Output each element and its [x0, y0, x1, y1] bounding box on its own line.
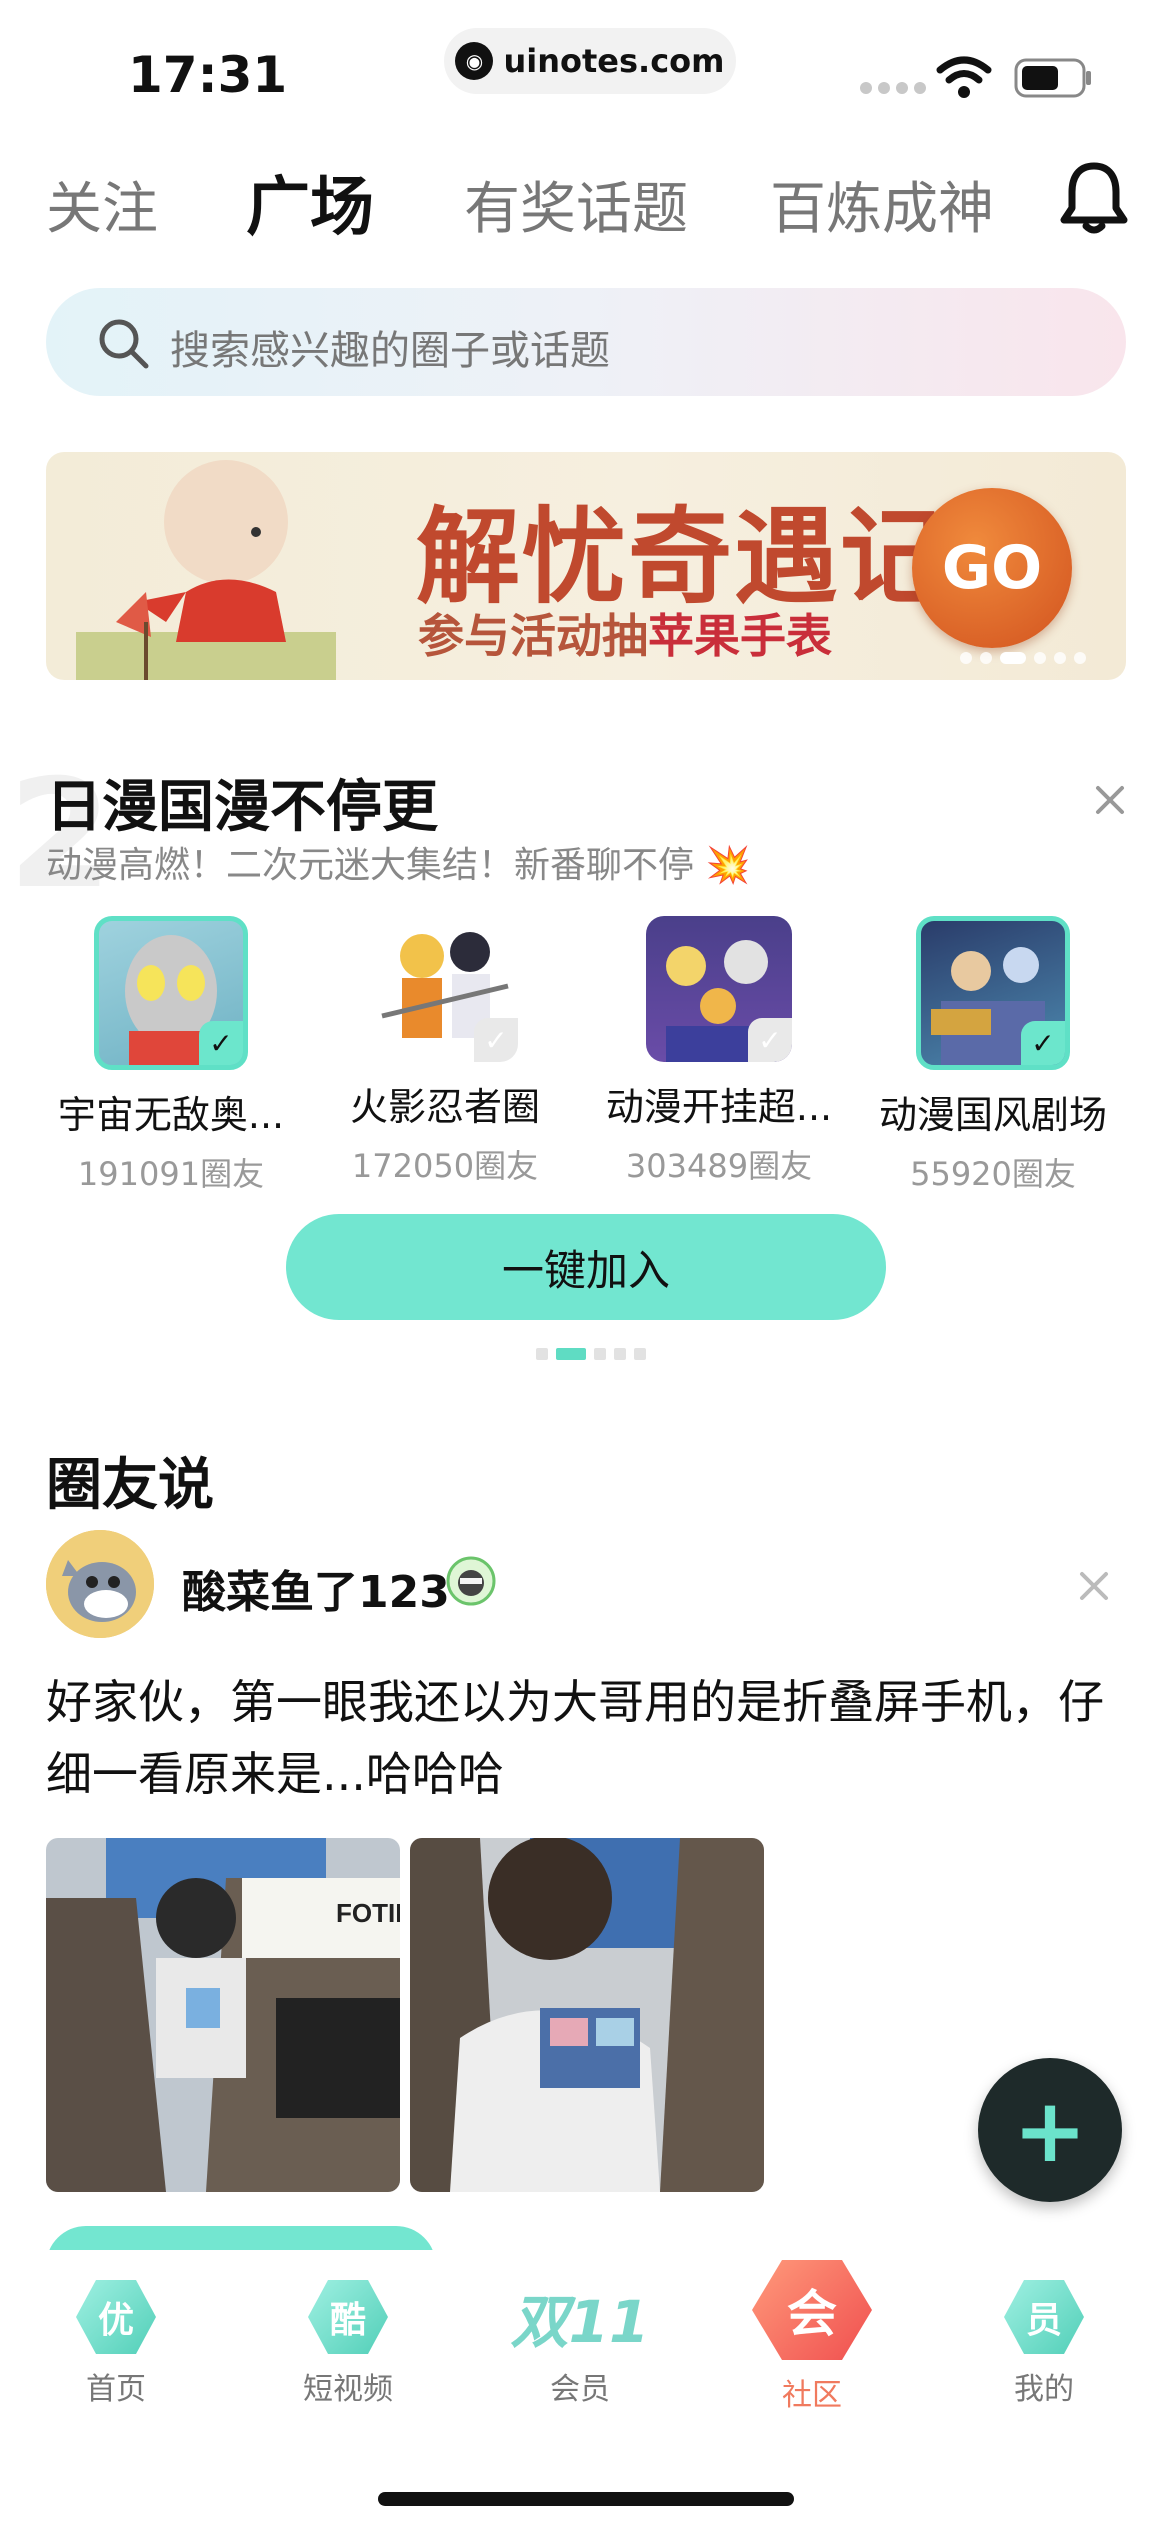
battery-icon [1014, 58, 1091, 98]
joined-check-icon: ✓ [1021, 1021, 1065, 1065]
post-image[interactable]: FOTILE [46, 1838, 400, 2192]
close-icon[interactable] [1090, 780, 1130, 820]
nav-label: 会员 [550, 2372, 610, 2407]
nav-short-video[interactable]: 酷 短视频 [268, 2280, 428, 2408]
status-time: 17:31 [128, 46, 288, 104]
circle-thumbnail: ✓ [94, 916, 248, 1070]
nav-label: 我的 [1014, 2372, 1074, 2407]
banner-illustration [76, 460, 336, 680]
username[interactable]: 酸菜鱼了123 [182, 1556, 450, 1620]
circle-member-count: 55920圈友 [910, 1155, 1076, 1193]
circle-member-count: 303489圈友 [625, 1147, 813, 1185]
join-all-button[interactable]: 一键加入 [286, 1214, 886, 1320]
nav-home[interactable]: 优 首页 [36, 2280, 196, 2408]
circle-name: 宇宙无敌奥... [57, 1093, 285, 1137]
short-video-icon: 酷 [308, 2280, 388, 2354]
unjoined-check-icon: ✓ [748, 1018, 792, 1062]
promo-banner[interactable]: 解忧奇遇记 参与活动抽苹果手表 GO [46, 452, 1126, 680]
section-pagination [536, 1348, 646, 1360]
circle-member-count: 172050圈友 [351, 1147, 539, 1185]
search-icon [99, 319, 149, 369]
circle-thumbnail: ✓ [646, 916, 792, 1062]
banner-subtitle: 参与活动抽苹果手表 [418, 609, 832, 663]
notification-bell-icon[interactable] [1058, 160, 1130, 236]
section-title: 日漫国漫不停更 [46, 775, 438, 840]
site-logo-icon: ◉ [455, 42, 494, 80]
circle-card-anime-cheat[interactable]: ✓ 动漫开挂超... 303489圈友 [584, 916, 854, 1187]
home-indicator[interactable] [378, 2492, 794, 2506]
post-image[interactable] [410, 1838, 764, 2192]
circle-card-guofeng[interactable]: ✓ 动漫国风剧场 55920圈友 [858, 916, 1128, 1195]
circle-member-count: 191091圈友 [77, 1155, 265, 1193]
circle-name: 动漫国风剧场 [878, 1093, 1107, 1137]
circle-name: 动漫开挂超... [605, 1085, 833, 1129]
wifi-icon [936, 56, 992, 98]
user-badge-icon [446, 1556, 496, 1606]
image-caption: FOTILE [336, 1898, 400, 1928]
profile-icon: 员 [1004, 2280, 1084, 2354]
nav-member[interactable]: 双11 会员 [500, 2280, 660, 2408]
tab-training[interactable]: 百炼成神 [770, 164, 994, 245]
joined-check-icon: ✓ [199, 1021, 243, 1065]
circle-card-naruto[interactable]: ✓ 火影忍者圈 172050圈友 [310, 916, 580, 1187]
nav-label: 首页 [86, 2372, 146, 2407]
home-icon: 优 [76, 2280, 156, 2354]
banner-go-button[interactable]: GO [912, 488, 1072, 648]
nav-community[interactable]: 会 社区 [732, 2260, 892, 2414]
search-input[interactable]: 搜索感兴趣的圈子或话题 [170, 318, 610, 376]
banner-pagination [960, 652, 1086, 664]
circle-card-ultraman[interactable]: ✓ 宇宙无敌奥... 191091圈友 [36, 916, 306, 1195]
url-pill[interactable]: ◉ uinotes.com [444, 28, 736, 94]
nav-mine[interactable]: 员 我的 [964, 2280, 1124, 2408]
tab-reward-topics[interactable]: 有奖话题 [464, 164, 688, 245]
member-double11-icon: 双11 [510, 2288, 650, 2356]
url-text: uinotes.com [503, 42, 725, 80]
nav-label: 短视频 [303, 2372, 393, 2407]
circle-thumbnail: ✓ [372, 916, 518, 1062]
create-post-button[interactable]: + [978, 2058, 1122, 2202]
unjoined-check-icon: ✓ [474, 1018, 518, 1062]
posts-section-title: 圈友说 [46, 1453, 214, 1518]
circle-thumbnail: ✓ [916, 916, 1070, 1070]
circle-name: 火影忍者圈 [349, 1085, 540, 1129]
tab-follow[interactable]: 关注 [46, 164, 158, 245]
avatar[interactable] [46, 1530, 154, 1638]
tab-square[interactable]: 广场 [246, 156, 374, 248]
signal-icon [860, 82, 926, 94]
post-text: 好家伙，第一眼我还以为大哥用的是折叠屏手机，仔细一看原来是...哈哈哈 [46, 1675, 1104, 1801]
nav-label: 社区 [782, 2378, 842, 2413]
dismiss-post-icon[interactable] [1074, 1566, 1114, 1606]
section-subtitle: 动漫高燃！二次元迷大集结！新番聊不停 💥 [46, 845, 751, 886]
